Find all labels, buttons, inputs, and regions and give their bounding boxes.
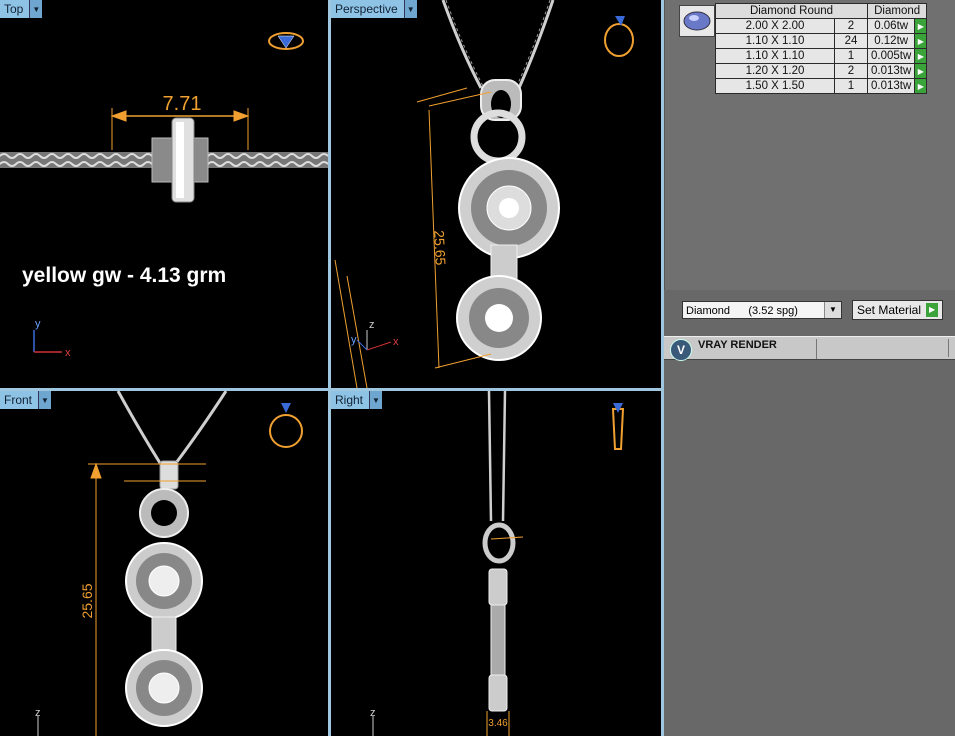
play-arrow-icon[interactable]: ▶ [914,48,928,64]
table-row[interactable]: 1.20 X 1.20 2 0.013tw ▶ [715,63,928,79]
chevron-down-icon[interactable]: ▼ [403,0,417,18]
axis-gizmo: z x y [351,319,399,351]
table-row[interactable]: 2.00 X 2.00 2 0.06tw ▶ [715,18,928,34]
side-panel: Diamond Round Diamond 2.00 X 2.00 2 0.06… [664,0,955,736]
front-dimension-label: 25.65 [79,583,95,618]
svg-text:z: z [370,707,376,719]
right-view-canvas: 3.46 z [370,391,625,736]
chevron-down-icon[interactable]: ▼ [824,302,841,318]
axis-gizmo: z [370,707,376,736]
viewport-label-right[interactable]: Right ▼ [331,391,383,409]
play-arrow-icon[interactable]: ▶ [914,78,928,94]
stone-table: Diamond Round Diamond 2.00 X 2.00 2 0.06… [715,3,928,94]
play-arrow-icon[interactable]: ▶ [914,18,928,34]
viewport-divider-vertical[interactable] [328,0,331,736]
header-stone-shape: Diamond Round [715,3,868,19]
diamond-gem-icon[interactable] [679,5,715,37]
svg-text:z: z [369,319,375,331]
play-arrow-icon[interactable]: ▶ [914,33,928,49]
chevron-down-icon[interactable]: ▼ [29,0,43,18]
viewport-label-top[interactable]: Top ▼ [0,0,43,18]
perspective-view-canvas: 25.65 z x y [334,0,634,388]
material-row: Diamond (3.52 spg) ▼ Set Material ▶ [682,300,944,320]
viewport-divider-horizontal[interactable] [0,388,664,391]
viewport-top[interactable]: 7.71 y x yellow gw - 4.13 grm Top ▼ [0,0,328,388]
weight-annotation: yellow gw - 4.13 grm [22,264,227,287]
table-row[interactable]: 1.50 X 1.50 1 0.013tw ▶ [715,78,928,94]
front-view-canvas: 25.65 z [35,391,303,736]
vray-render-bar[interactable]: V VRAY RENDER [664,336,955,361]
view-cube-icon[interactable] [611,403,625,450]
table-row[interactable]: 1.10 X 1.10 24 0.12tw ▶ [715,33,928,49]
svg-text:x: x [65,347,71,359]
chevron-down-icon[interactable]: ▼ [369,391,383,409]
viewport-right[interactable]: 3.46 z Right ▼ [331,391,661,736]
viewport-label-perspective[interactable]: Perspective ▼ [331,0,417,18]
viewport-front[interactable]: 25.65 z Front ▼ [0,391,328,736]
stone-report-panel: Diamond Round Diamond 2.00 X 2.00 2 0.06… [664,0,955,290]
panel-collapse-handle[interactable] [948,339,955,357]
svg-text:y: y [35,318,41,330]
stone-table-header: Diamond Round Diamond [715,3,928,19]
top-dimension-label: 7.71 [163,93,202,115]
view-cube-icon[interactable] [604,16,634,57]
right-dimension-label: 3.46 [488,718,508,729]
material-select[interactable]: Diamond (3.52 spg) ▼ [682,301,842,319]
view-cube-icon[interactable] [269,403,303,448]
viewport-perspective[interactable]: 25.65 z x y Perspective ▼ [331,0,661,388]
svg-text:x: x [393,336,399,348]
perspective-dimension-label: 25.65 [431,230,449,266]
axis-gizmo: y x [33,318,71,359]
vray-render-label: VRAY RENDER [698,339,777,351]
vray-logo-icon: V [670,339,692,361]
header-stone-material: Diamond [866,3,928,19]
svg-text:y: y [351,334,357,346]
chevron-down-icon[interactable]: ▼ [38,391,52,409]
svg-text:z: z [35,707,41,719]
table-row[interactable]: 1.10 X 1.10 1 0.005tw ▶ [715,48,928,64]
top-view-canvas: 7.71 y x [0,32,328,359]
axis-gizmo: z [35,707,41,736]
viewport-label-front[interactable]: Front ▼ [0,391,52,409]
set-material-button[interactable]: Set Material ▶ [852,300,944,320]
play-arrow-icon[interactable]: ▶ [914,63,928,79]
play-arrow-icon: ▶ [926,303,939,317]
view-cube-icon[interactable] [268,32,304,50]
